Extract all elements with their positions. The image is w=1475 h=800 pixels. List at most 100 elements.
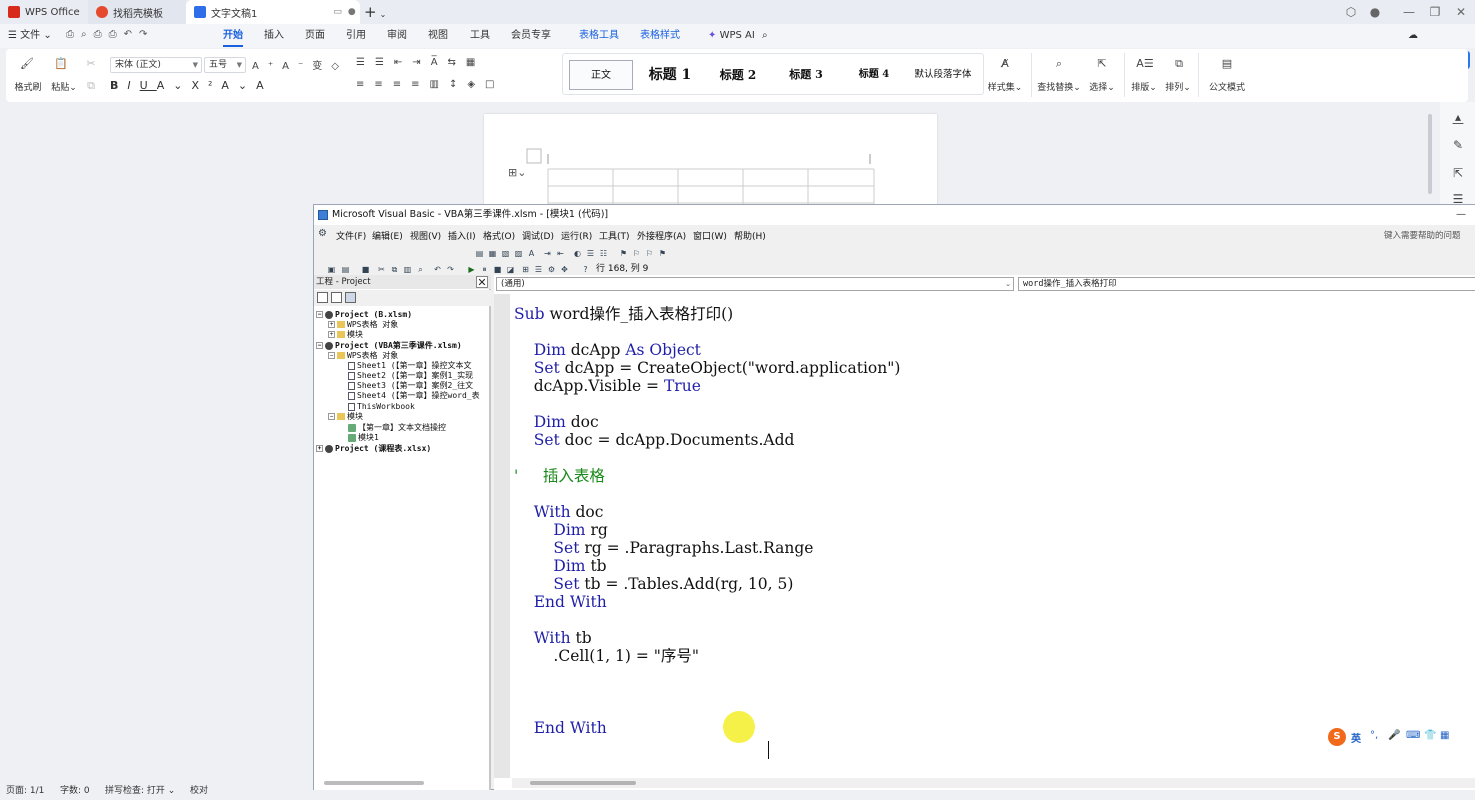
tree-project-vba[interactable]: − Project (VBA第三季课件.xlsm) (316, 341, 462, 351)
code-line[interactable]: Set rg = .Paragraphs.Last.Range (514, 539, 813, 557)
copy-icon[interactable]: ⧉ (389, 264, 400, 275)
code-line[interactable]: Dim doc (514, 413, 599, 431)
find-replace-label[interactable]: 查找替换⌄ (1036, 80, 1082, 93)
menu-addins[interactable]: 外接程序(A) (637, 229, 686, 242)
table-handle-icon[interactable]: ⊞⌄ (508, 166, 526, 179)
font-name-select[interactable]: 宋体 (正文) ▼ (110, 57, 202, 73)
code-line[interactable]: End With (514, 593, 607, 611)
doc-scrollbar[interactable] (1428, 114, 1432, 194)
tab-wps-office[interactable]: WPS Office (0, 0, 86, 24)
quick-info-icon[interactable]: ▧ (500, 248, 511, 259)
punctuation-icon[interactable]: °, (1370, 730, 1378, 741)
new-tab-button[interactable]: + ⌄ (364, 3, 392, 21)
close-icon[interactable]: ✕ (476, 276, 488, 289)
quick-access-toolbar[interactable]: ⎙⌕⎙⎙↶↷ (66, 29, 206, 43)
keyboard-icon[interactable]: ⌨ (1406, 730, 1420, 741)
collapse-icon[interactable]: — (1450, 116, 1466, 132)
menu-window[interactable]: 窗口(W) (693, 229, 727, 242)
copy-icon[interactable]: ⧉ (82, 77, 100, 95)
tab-member[interactable]: 会员专享 (511, 24, 551, 48)
tab-home[interactable]: 开始 (223, 24, 243, 48)
code-margin[interactable] (494, 294, 510, 778)
tree-folder-modules[interactable]: − 模块 (328, 412, 363, 422)
save-icon[interactable]: ■ (360, 264, 371, 275)
close-icon[interactable]: ✕ (1450, 3, 1472, 21)
code-line[interactable]: Sub word操作_插入表格打印() (514, 305, 733, 323)
code-line[interactable]: Dim tb (514, 557, 606, 575)
restore-icon[interactable]: ❐ (1424, 3, 1446, 21)
toolbox-icon[interactable]: ▦ (1440, 730, 1449, 741)
code-line[interactable]: .Cell(1, 1) = "序号" (514, 647, 699, 665)
prev-bookmark-icon[interactable]: ⚐ (644, 248, 655, 259)
code-line[interactable]: Dim rg (514, 521, 607, 539)
word-count[interactable]: 字数: 0 (60, 783, 90, 796)
style-heading-4[interactable]: 标题 4 (843, 60, 905, 90)
view-code-icon[interactable] (317, 292, 328, 303)
menu-view[interactable]: 视图(V) (410, 229, 441, 242)
tab-wps-ai[interactable]: ✦ WPS AI (708, 24, 755, 48)
style-heading-1[interactable]: 标题 1 (639, 60, 701, 90)
paste-icon[interactable]: 📋 (52, 55, 70, 73)
indent-icon[interactable]: ⇥ (542, 248, 553, 259)
proofread[interactable]: 校对 (190, 783, 208, 796)
document-page[interactable]: ⊞⌄ (484, 114, 937, 214)
toggle-folders-icon[interactable] (345, 292, 356, 303)
menu-file[interactable]: ☰ 文件 ⌄ (8, 24, 52, 48)
cut-icon[interactable]: ✂ (376, 264, 387, 275)
code-line[interactable]: With tb (514, 629, 592, 647)
procedure-combo[interactable]: word操作_插入表格打印 (1018, 277, 1475, 291)
menu-tools[interactable]: 工具(T) (599, 229, 630, 242)
tree-folder-objects[interactable]: − WPS表格 对象 (328, 351, 398, 361)
parameter-info-icon[interactable]: ▨ (513, 248, 524, 259)
tree-sheet3[interactable]: Sheet3 (【第一章】案例2_往文 (348, 381, 473, 391)
find-icon[interactable]: ⌕ (415, 264, 426, 275)
tab-window-icon[interactable]: ▭ (333, 7, 342, 17)
design-mode-icon[interactable]: ◪ (505, 264, 516, 275)
tree-module1[interactable]: 模块1 (348, 433, 379, 443)
properties-icon[interactable]: ☰ (533, 264, 544, 275)
format-painter-icon[interactable]: 🖌 (18, 55, 36, 73)
code-line[interactable]: ' 插入表格 (514, 467, 605, 485)
cube-icon[interactable]: ⬡ (1340, 3, 1362, 21)
style-normal[interactable]: 正文 (569, 60, 633, 90)
menu-edit[interactable]: 编辑(E) (372, 229, 403, 242)
style-default-para[interactable]: 默认段落字体 (907, 60, 979, 90)
official-mode-label[interactable]: 公文模式 (1204, 80, 1250, 93)
code-line[interactable]: End With (514, 719, 607, 737)
help-icon[interactable]: ? (580, 264, 591, 275)
code-line[interactable]: Set tb = .Tables.Add(rg, 10, 5) (514, 575, 793, 593)
toggle-bookmark-icon[interactable]: ⚑ (618, 248, 629, 259)
tab-page[interactable]: 页面 (305, 24, 325, 48)
tree-folder-modules[interactable]: + 模块 (328, 330, 363, 340)
comment-block-icon[interactable]: ☰ (585, 248, 596, 259)
tree-sheet4[interactable]: Sheet4 (【第一章】操控word_表 (348, 391, 480, 401)
paragraph-tools-row1[interactable]: ☰☰⇤⇥A̅⇆▦ (356, 57, 556, 68)
arrange-icon[interactable]: ⧉ (1170, 55, 1188, 73)
tree-project-schedule[interactable]: + Project (课程表.xlsx) (316, 444, 431, 454)
avatar[interactable]: ● (1364, 3, 1386, 21)
complete-word-icon[interactable]: A (526, 248, 537, 259)
style-set-label[interactable]: 样式集⌄ (984, 80, 1026, 93)
cloud-icon[interactable]: ☁ (1408, 24, 1418, 48)
break-icon[interactable]: ⏸ (479, 264, 490, 275)
view-excel-icon[interactable]: ▣ (326, 264, 337, 275)
arrange-label[interactable]: 排列⌄ (1162, 80, 1194, 93)
paste-label[interactable]: 粘贴⌄ (46, 80, 82, 93)
code-hscrollbar[interactable] (512, 778, 1475, 788)
style-heading-3[interactable]: 标题 3 (775, 60, 837, 90)
run-icon[interactable]: ▶ (466, 264, 477, 275)
menu-insert[interactable]: 插入(I) (448, 229, 476, 242)
cut-icon[interactable]: ✂ (82, 55, 100, 73)
layout-icon[interactable]: A☰ (1136, 55, 1154, 73)
official-doc-icon[interactable]: ▤ (1218, 55, 1236, 73)
toolbox-icon[interactable]: ✥ (559, 264, 570, 275)
tab-review[interactable]: 审阅 (387, 24, 407, 48)
menu-file[interactable]: 文件(F) (336, 229, 366, 242)
tree-folder-objects[interactable]: + WPS表格 对象 (328, 320, 398, 330)
redo-icon[interactable]: ↷ (445, 264, 456, 275)
object-browser-icon[interactable]: ⚙ (546, 264, 557, 275)
tree-module-chapter1[interactable]: 【第一章】文本文档操控 (348, 423, 446, 433)
code-line[interactable]: Set dcApp = CreateObject("word.applicati… (514, 359, 901, 377)
tab-insert[interactable]: 插入 (264, 24, 284, 48)
minimize-icon[interactable]: — (1398, 3, 1420, 21)
